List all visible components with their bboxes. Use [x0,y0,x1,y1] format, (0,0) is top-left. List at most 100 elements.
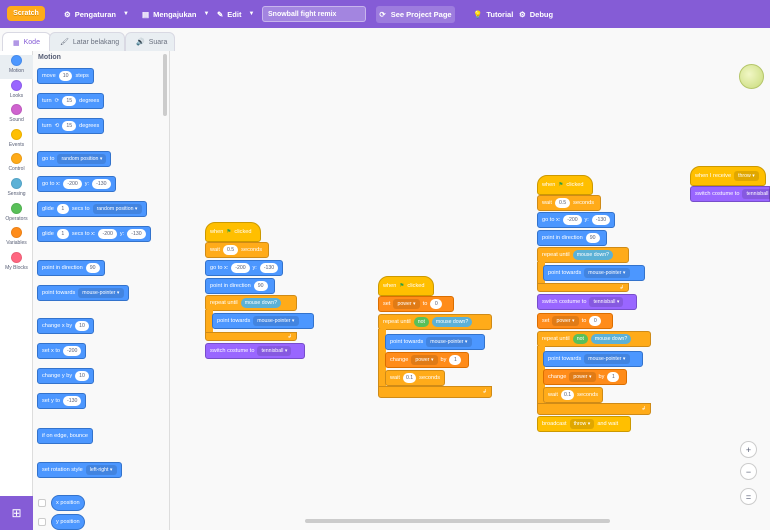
change-x-block[interactable]: change x by 10 [37,318,94,334]
when-flag-clicked-block[interactable]: when ⚑ clicked [205,222,261,242]
turn-left-block[interactable]: turn ⟲ 15 degrees [37,118,105,134]
category-my-blocks[interactable]: My Blocks [0,251,33,276]
category-label: Control [8,166,25,173]
horizontal-scrollbar[interactable] [305,519,610,523]
edit-icon: ✎ [217,9,224,19]
submit-label: Mengajukan [153,9,197,19]
when-flag-clicked-block[interactable]: when ⚑ clicked [537,175,593,195]
set-y-block[interactable]: set y to -130 [37,393,87,409]
brush-icon: 🖌 [60,39,69,46]
not-operator: not [572,334,588,344]
category-motion[interactable]: Motion [0,55,33,79]
wait-block[interactable]: wait 0.1 seconds [543,387,603,403]
y-position-checkbox[interactable] [38,518,46,526]
mouse-down-sensing: mouse down? [431,317,473,327]
settings-menu[interactable]: ⚙ Pengaturan ▼ [64,0,129,28]
category-events[interactable]: Events [0,128,33,153]
file-icon: ▤ [142,9,150,19]
category-menu: Motion Looks Sound Events Control Sensing Oper… [0,51,33,530]
rotation-style-block[interactable]: set rotation style left-right ▾ [37,462,122,478]
category-dot-icon [11,55,22,66]
zoom-reset-button[interactable]: = [740,488,757,505]
project-title-input[interactable]: Snowball fight remix [262,6,366,22]
point-direction-block[interactable]: point in direction 90 [37,260,105,276]
lightbulb-icon: 💡 [473,9,483,19]
wait-block[interactable]: wait 0.5 seconds [205,242,269,258]
chevron-down-icon: ▼ [123,11,129,17]
add-extension-button[interactable]: ⊞ [0,496,33,530]
speaker-icon: 🔊 [136,39,145,46]
point-towards-block[interactable]: point towards mouse-pointer ▾ [385,334,485,350]
x-position-checkbox[interactable] [38,499,46,507]
glide-xy-block[interactable]: glide 1 secs to x: -200 y: -130 [37,226,151,242]
set-x-block[interactable]: set x to -200 [37,343,87,359]
debug-label: Debug [529,9,554,19]
point-towards-block[interactable]: point towards mouse-pointer ▾ [37,285,129,301]
go-to-block[interactable]: go to random position ▾ [37,151,112,167]
stage-thumbnail[interactable] [739,64,764,89]
turn-right-block[interactable]: turn ⟳ 15 degrees [37,93,105,109]
scratch-logo[interactable]: Scratch [7,6,45,21]
category-dot-icon [11,251,22,263]
edit-menu[interactable]: ✎ Edit ▼ [217,0,254,28]
switch-costume-block[interactable]: switch costume to tennisball ▾ [537,294,637,310]
category-dot-icon [11,104,22,116]
change-variable-block[interactable]: change power ▾ by 1 [385,352,469,368]
category-label: Events [8,141,25,148]
category-looks[interactable]: Looks [0,79,33,104]
point-towards-block[interactable]: point towards mouse-pointer ▾ [543,265,645,281]
tutorial-button[interactable]: 💡 Tutorial [473,0,513,28]
category-operators[interactable]: Operators [0,202,33,227]
category-label: Motion [8,68,24,74]
category-label: Sensing [7,191,26,197]
when-i-receive-block[interactable]: when I receive throw ▾ [690,166,766,186]
wait-block[interactable]: wait 0.5 seconds [537,195,601,211]
category-control[interactable]: Control [0,153,33,177]
category-sound[interactable]: Sound [0,104,33,128]
repeat-until-block[interactable]: repeat until not mouse down? [378,314,492,330]
point-direction-block[interactable]: point in direction 90 [205,278,275,294]
repeat-until-block[interactable]: repeat until mouse down? [205,295,297,311]
category-dot-icon [11,153,22,165]
switch-costume-block[interactable]: switch costume to tennisball ▾ [205,343,305,359]
point-towards-block[interactable]: point towards mouse-pointer ▾ [543,351,643,367]
go-to-xy-block[interactable]: go to x: -200 y: -130 [37,176,116,192]
y-position-reporter[interactable]: y position [51,514,85,530]
gear-icon: ⚙ [519,9,526,19]
when-flag-clicked-block[interactable]: when ⚑ clicked [378,276,434,296]
palette-scrollbar[interactable] [163,54,167,116]
see-project-icon: ⟳ [379,10,386,19]
x-position-reporter[interactable]: x position [51,495,85,511]
mouse-down-sensing: mouse down? [590,334,632,344]
change-variable-block[interactable]: change power ▾ by 1 [543,369,627,385]
go-to-xy-block[interactable]: go to x: -200 y: -130 [537,212,615,228]
category-sensing[interactable]: Sensing [0,178,33,202]
switch-costume-block[interactable]: switch costume to tennisball [690,186,770,202]
go-to-xy-block[interactable]: go to x: -200 y: -130 [205,260,283,276]
see-project-button[interactable]: ⟳ See Project Page [376,6,455,23]
tab-sound[interactable]: 🔊 Suara [125,32,175,52]
repeat-until-end: ↲ [537,283,629,292]
zoom-out-button[interactable]: − [740,463,757,480]
bounce-block[interactable]: if on edge, bounce [37,428,94,444]
debug-button[interactable]: ⚙ Debug [519,0,553,28]
tab-code[interactable]: ▦ Kode [2,32,51,52]
wait-block[interactable]: wait 0.1 seconds [385,370,445,386]
not-operator: not [413,317,429,327]
point-direction-block[interactable]: point in direction 90 [537,230,607,246]
repeat-until-block[interactable]: repeat until not mouse down? [537,331,651,347]
editor-tabs: ▦ Kode 🖌 Latar belakang 🔊 Suara [0,32,200,52]
zoom-in-button[interactable]: + [740,441,757,458]
glide-block[interactable]: glide 1 secs to random position ▾ [37,201,147,217]
set-variable-block[interactable]: set power ▾ to 0 [378,296,454,312]
tab-backdrop[interactable]: 🖌 Latar belakang [49,32,125,52]
category-variables[interactable]: Variables [0,227,33,251]
move-steps-block[interactable]: move 10 steps [37,68,94,84]
point-towards-block[interactable]: point towards mouse-pointer ▾ [212,313,314,329]
change-y-block[interactable]: change y by 10 [37,368,94,384]
submit-menu[interactable]: ▤ Mengajukan ▼ [142,0,209,28]
rotate-right-icon: ⟳ [54,98,60,104]
repeat-until-block[interactable]: repeat until mouse down? [537,247,629,263]
broadcast-wait-block[interactable]: broadcast throw ▾ and wait [537,416,631,432]
set-variable-block[interactable]: set power ▾ to 0 [537,313,613,329]
